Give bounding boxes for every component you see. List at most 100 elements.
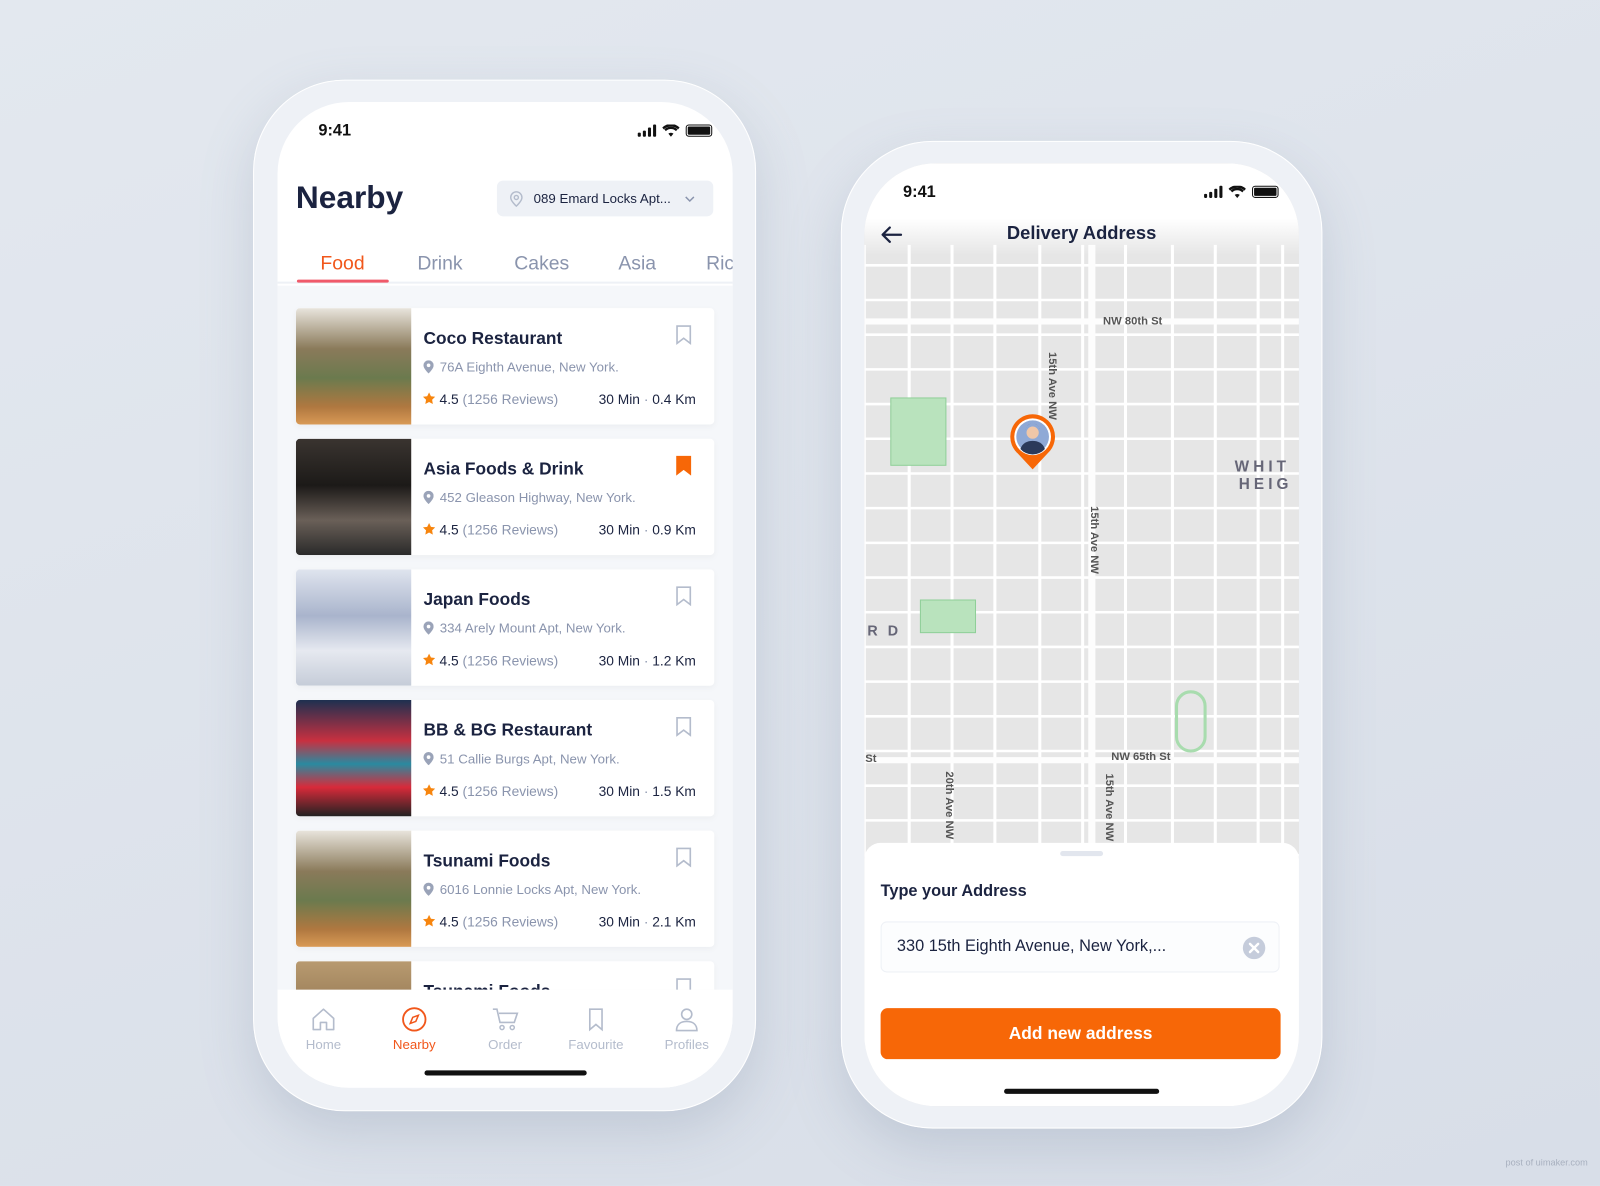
add-new-address-button[interactable]: Add new address: [880, 1008, 1281, 1060]
location-selector[interactable]: 089 Emard Locks Apt...: [496, 180, 714, 217]
user-location-pin-icon[interactable]: [1007, 412, 1058, 471]
star-icon: [422, 392, 436, 404]
map-label: HEIG: [1238, 475, 1293, 493]
wifi-icon: [662, 124, 680, 137]
home-indicator: [424, 1070, 587, 1076]
nav-label: Order: [488, 1036, 523, 1053]
location-pin-icon: [423, 360, 434, 374]
restaurant-name: Tsunami Foods: [423, 982, 550, 990]
signal-icon: [637, 124, 657, 137]
restaurant-rating: 4.5 (1256 Reviews): [422, 653, 558, 668]
bookmark-icon[interactable]: [676, 847, 692, 868]
location-pin-icon: [423, 621, 434, 635]
distance: 0.9 Km: [652, 522, 696, 538]
restaurant-photo: [295, 699, 412, 817]
restaurant-card[interactable]: BB & BG Restaurant 51 Callie Burgs Apt, …: [295, 699, 715, 817]
review-count: (1256 Reviews): [462, 653, 559, 669]
map-label: R D: [867, 622, 902, 639]
bookmark-icon[interactable]: [676, 716, 692, 737]
nav-nearby[interactable]: Nearby: [379, 1006, 450, 1052]
address-input-value: 330 15th Eighth Avenue, New York,...: [896, 937, 1167, 956]
address-text: 76A Eighth Avenue, New York.: [439, 359, 619, 375]
delivery-info: 30 Min · 2.1 Km: [598, 914, 696, 930]
restaurant-address: 51 Callie Burgs Apt, New York.: [423, 751, 620, 767]
address-text: 51 Callie Burgs Apt, New York.: [439, 751, 620, 767]
nav-order[interactable]: Order: [469, 1006, 540, 1052]
address-text: 6016 Lonnie Locks Apt, New York.: [439, 881, 642, 897]
location-pin-icon: [423, 752, 434, 766]
bookmark-icon: [588, 1008, 603, 1032]
category-tabs: Food Drink Cakes Asia Ric: [277, 245, 733, 284]
tab-rice[interactable]: Ric: [706, 253, 733, 275]
restaurant-card[interactable]: Japan Foods 334 Arely Mount Apt, New Yor…: [295, 569, 715, 686]
nav-profiles[interactable]: Profiles: [651, 1006, 722, 1052]
wifi-icon: [1228, 185, 1246, 198]
restaurant-address: 76A Eighth Avenue, New York.: [423, 359, 619, 375]
sheet-handle[interactable]: [1060, 851, 1104, 857]
signal-icon: [1204, 185, 1223, 198]
tab-asia[interactable]: Asia: [618, 253, 656, 275]
chevron-down-icon: [685, 195, 695, 202]
map-label: WHIT: [1234, 458, 1291, 476]
tab-food[interactable]: Food: [320, 253, 364, 275]
delivery-time: 30 Min: [598, 653, 640, 669]
restaurant-rating: 4.5 (1256 Reviews): [422, 784, 558, 799]
nav-label: Profiles: [664, 1036, 709, 1053]
address-text: 334 Arely Mount Apt, New York.: [439, 620, 626, 636]
address-screen: NW 80th St 15th Ave NW 15th Ave NW 15th …: [864, 163, 1299, 1107]
restaurant-card[interactable]: Asia Foods & Drink 452 Gleason Highway, …: [295, 438, 715, 556]
location-pin-icon: [423, 490, 434, 505]
distance: 1.5 Km: [652, 783, 696, 799]
nav-favourite[interactable]: Favourite: [560, 1006, 631, 1052]
rating-value: 4.5: [439, 391, 459, 408]
restaurant-card[interactable]: Tsunami Foods 6016 Lonnie Locks Apt, New…: [295, 830, 715, 947]
tab-cakes[interactable]: Cakes: [514, 253, 569, 275]
restaurant-card[interactable]: Coco Restaurant 76A Eighth Avenue, New Y…: [295, 308, 715, 425]
restaurant-name: BB & BG Restaurant: [423, 720, 593, 740]
delivery-time: 30 Min: [598, 914, 640, 930]
star-icon: [422, 784, 436, 796]
delivery-time: 30 Min: [598, 522, 640, 538]
restaurant-name: Japan Foods: [423, 589, 531, 610]
restaurant-name: Coco Restaurant: [423, 328, 563, 348]
map-label: 15th Ave NW: [1045, 352, 1059, 420]
map-label: St: [865, 753, 877, 766]
watermark: post of uimaker.com: [1505, 1157, 1588, 1168]
restaurant-photo: [295, 308, 412, 425]
address-label: Type your Address: [880, 882, 1027, 900]
map[interactable]: [864, 163, 1299, 858]
restaurant-address: 6016 Lonnie Locks Apt, New York.: [423, 882, 641, 897]
restaurant-list[interactable]: Coco Restaurant 76A Eighth Avenue, New Y…: [277, 285, 733, 990]
map-label: 20th Ave NW: [942, 771, 956, 840]
battery-icon: [1252, 185, 1279, 198]
location-pin-icon: [509, 190, 523, 207]
map-park: [890, 397, 947, 466]
nav-label: Home: [305, 1036, 342, 1053]
location-pin-icon: [423, 882, 434, 896]
delivery-info: 30 Min · 1.2 Km: [598, 653, 696, 669]
rating-value: 4.5: [439, 914, 459, 930]
location-text: 089 Emard Locks Apt...: [533, 190, 671, 207]
tab-drink[interactable]: Drink: [417, 253, 462, 275]
distance: 1.2 Km: [652, 653, 696, 669]
distance: 2.1 Km: [652, 914, 696, 930]
star-icon: [422, 522, 436, 535]
nav-label: Favourite: [568, 1036, 624, 1053]
clear-icon[interactable]: [1242, 936, 1266, 960]
bookmark-icon[interactable]: [676, 586, 692, 607]
status-bar: 9:41: [278, 122, 733, 142]
nav-home[interactable]: Home: [288, 1006, 359, 1052]
address-input[interactable]: 330 15th Eighth Avenue, New York,...: [880, 921, 1280, 973]
restaurant-photo: [295, 830, 412, 947]
bottom-nav: Home Nearby Order Favourite Profiles: [277, 989, 733, 1088]
bookmark-icon[interactable]: [676, 455, 692, 476]
restaurant-card[interactable]: Tsunami Foods: [295, 961, 715, 990]
distance: 0.4 Km: [652, 391, 696, 408]
restaurant-rating: 4.5 (1256 Reviews): [422, 522, 558, 538]
bookmark-icon[interactable]: [676, 978, 692, 990]
star-icon: [422, 653, 436, 666]
restaurant-rating: 4.5 (1256 Reviews): [422, 914, 558, 930]
status-time: 9:41: [318, 122, 352, 140]
bookmark-icon[interactable]: [676, 324, 692, 345]
restaurant-address: 452 Gleason Highway, New York.: [423, 490, 636, 505]
